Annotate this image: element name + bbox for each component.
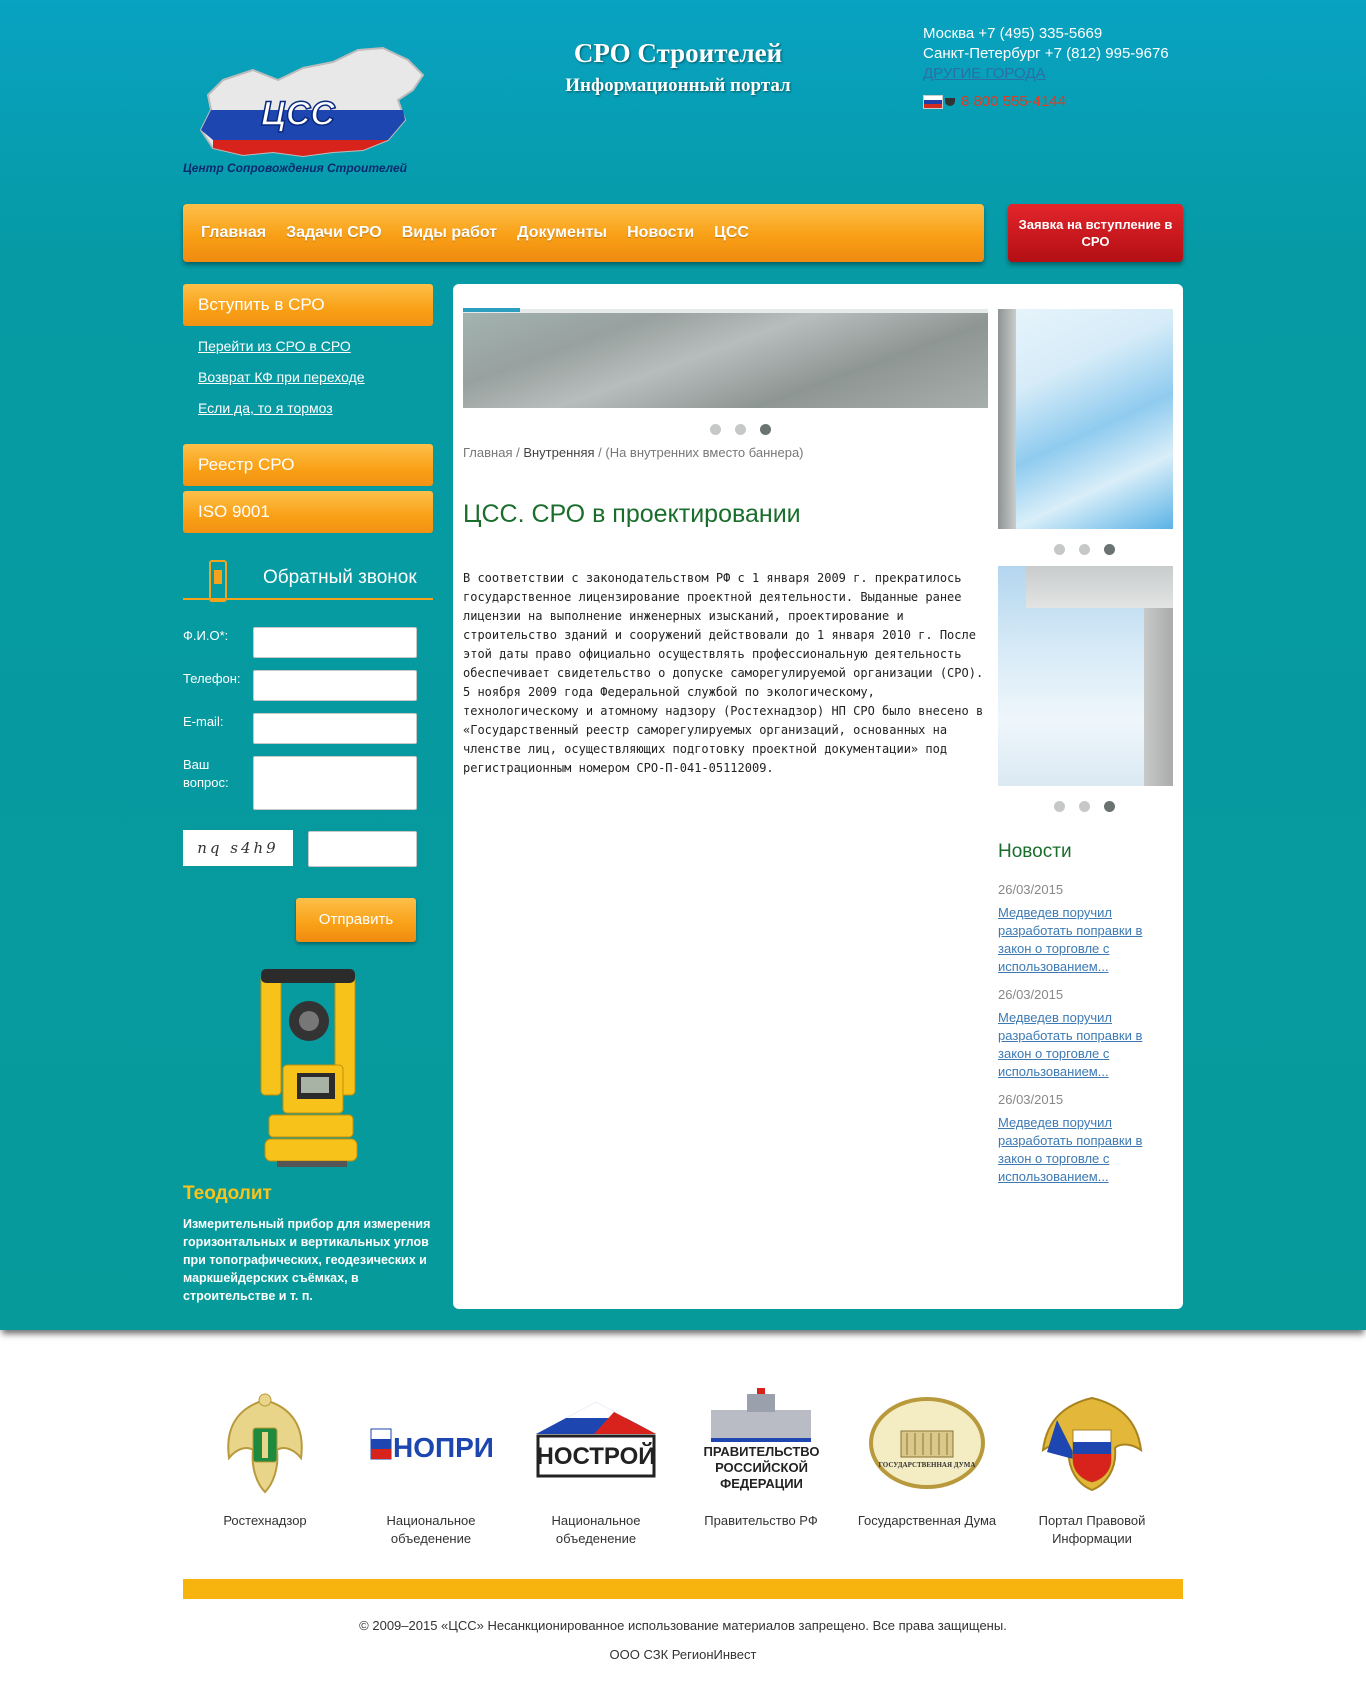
rostekhnadzor-emblem-icon (227, 1393, 303, 1493)
partner-duma[interactable]: ГОСУДАРСТВЕННАЯ ДУМА Государственная Дум… (852, 1385, 1002, 1530)
callback-title: Обратный звонок (263, 567, 417, 588)
nav-work-types[interactable]: Виды работ (392, 224, 507, 242)
banner-progress (463, 308, 520, 312)
svg-text:НОСТРОЙ: НОСТРОЙ (536, 1442, 655, 1470)
side1-dot-1[interactable] (1054, 544, 1065, 555)
news-title: Новости (998, 841, 1072, 862)
side-banner-1-dots (1054, 544, 1115, 555)
partner-caption: Портал Правовой Информации (1038, 1513, 1146, 1546)
phone-spb: Санкт-Петербург +7 (812) 995-9676 (923, 45, 1169, 62)
apply-button[interactable]: Заявка на вступление в СРО (1008, 204, 1183, 262)
product-description: Измерительный прибор для измерения гориз… (183, 1217, 431, 1303)
email-field[interactable] (253, 713, 417, 744)
company-name: ООО СЗК РегионИнвест (609, 1647, 757, 1662)
svg-text:НОПРИЗ: НОПРИЗ (393, 1432, 494, 1463)
news-link[interactable]: Медведев поручил разработать поправки в … (998, 1114, 1148, 1186)
partner-caption: Ростехнадзор (223, 1513, 307, 1528)
news-date: 26/03/2015 (998, 882, 1064, 897)
sublink-refund[interactable]: Возврат КФ при переходе (198, 367, 365, 398)
main-banner (463, 309, 988, 408)
captcha-field[interactable] (308, 831, 417, 867)
partner-caption: Государственная Дума (857, 1513, 997, 1528)
partner-caption: Национальное объеденение (551, 1513, 641, 1546)
fio-label: Ф.И.О*: (183, 628, 229, 643)
side1-dot-3[interactable] (1104, 544, 1115, 555)
side2-dot-3[interactable] (1104, 801, 1115, 812)
breadcrumb-home[interactable]: Главная (463, 445, 512, 460)
footer-divider (183, 1579, 1183, 1599)
hotline-number[interactable]: 8 800 555-4144 (961, 92, 1066, 112)
nav-home[interactable]: Главная (191, 224, 276, 242)
banner-dot-3[interactable] (760, 424, 771, 435)
send-button[interactable]: Отправить (296, 898, 416, 942)
question-label: Ваш вопрос: (183, 757, 229, 790)
side1-dot-2[interactable] (1079, 544, 1090, 555)
news-date: 26/03/2015 (998, 1092, 1064, 1107)
side-banner-2-dots (1054, 801, 1115, 812)
product-title: Теодолит (183, 1183, 272, 1204)
nostroy-logo-icon: НОСТРОЙ (535, 1401, 656, 1477)
partner-nostroy[interactable]: НОСТРОЙ Национальное объеденение (521, 1385, 671, 1548)
partner-caption: Правительство РФ (704, 1513, 818, 1528)
sublink-transfer[interactable]: Перейти из СРО в СРО (198, 336, 365, 367)
side2-dot-1[interactable] (1054, 801, 1065, 812)
nav-sro-tasks[interactable]: Задачи СРО (276, 224, 392, 242)
news-link[interactable]: Медведев поручил разработать поправки в … (998, 1009, 1148, 1081)
partner-nopriz[interactable]: НОПРИЗ Национальное объеденение (356, 1385, 506, 1548)
partner-rostekhnadzor[interactable]: Ростехнадзор (190, 1385, 340, 1530)
phone-field[interactable] (253, 670, 417, 701)
copyright: © 2009–2015 «ЦСС» Несанкционированное ис… (359, 1618, 1007, 1633)
banner-dot-2[interactable] (735, 424, 746, 435)
page-title: ЦСС. СРО в проектировании (463, 500, 801, 528)
breadcrumb: Главная / Внутренняя / (На внутренних вм… (463, 445, 804, 460)
site-title: СРО Строителей (573, 38, 783, 68)
main-nav: Главная Задачи СРО Виды работ Документы … (183, 204, 984, 262)
email-label: E-mail: (183, 714, 224, 729)
banner-dots (710, 424, 771, 435)
news-date: 26/03/2015 (998, 987, 1064, 1002)
css-logo[interactable]: ЦСС (183, 40, 438, 180)
government-logo-icon: ПРАВИТЕЛЬСТВО РОССИЙСКОЙ ФЕДЕРАЦИИ (703, 1387, 819, 1491)
sidebar-registry[interactable]: Реестр СРО (183, 444, 433, 486)
theodolite-image (260, 969, 358, 1167)
nav-css[interactable]: ЦСС (704, 224, 759, 242)
duma-logo-icon: ГОСУДАРСТВЕННАЯ ДУМА (869, 1396, 985, 1489)
captcha-image: nq s4h9 (183, 830, 293, 866)
mobile-phone-icon (209, 560, 227, 602)
article-body: В соответствии с законодательством РФ с … (463, 571, 984, 775)
side-banner-1 (998, 309, 1173, 529)
nav-news[interactable]: Новости (617, 224, 704, 242)
partner-legal-portal[interactable]: Портал Правовой Информации (1017, 1385, 1167, 1548)
fio-field[interactable] (253, 627, 417, 658)
banner-dot-1[interactable] (710, 424, 721, 435)
site-subtitle: Информационный портал (565, 75, 791, 96)
svg-text:ЦСС: ЦСС (261, 95, 335, 133)
nav-documents[interactable]: Документы (507, 224, 617, 242)
question-textarea[interactable] (253, 756, 417, 810)
site-title-block: СРО Строителей Информационный портал (520, 38, 836, 97)
side-banner-2 (998, 566, 1173, 786)
breadcrumb-current: (На внутренних вместо баннера) (605, 445, 804, 460)
nopriz-logo-icon: НОПРИЗ (370, 1428, 494, 1463)
sidebar-iso[interactable]: ISO 9001 (183, 491, 433, 533)
phone-label: Телефон: (183, 671, 241, 686)
sublink-misc[interactable]: Если да, то я тормоз (198, 398, 365, 429)
russia-flag-icon (923, 95, 943, 109)
logo-tagline: Центр Сопровождения Строителей (183, 161, 407, 175)
phone-icon (945, 98, 955, 106)
legal-portal-emblem-icon (1041, 1396, 1143, 1492)
breadcrumb-inner[interactable]: Внутренняя (523, 445, 594, 460)
hotline: 8 800 555-4144 (923, 92, 1169, 112)
news-link[interactable]: Медведев поручил разработать поправки в … (998, 904, 1148, 976)
sidebar-join-sro[interactable]: Вступить в СРО (183, 284, 433, 326)
partner-government[interactable]: ПРАВИТЕЛЬСТВО РОССИЙСКОЙ ФЕДЕРАЦИИ Прави… (686, 1385, 836, 1530)
contacts: Москва +7 (495) 335-5669 Санкт-Петербург… (923, 24, 1169, 112)
partner-caption: Национальное объеденение (386, 1513, 476, 1546)
sidebar-sublinks: Перейти из СРО в СРО Возврат КФ при пере… (198, 336, 365, 429)
side2-dot-2[interactable] (1079, 801, 1090, 812)
other-cities-link[interactable]: ДРУГИЕ ГОРОДА (923, 64, 1169, 84)
callback-header: Обратный звонок (183, 558, 433, 602)
phone-moscow: Москва +7 (495) 335-5669 (923, 25, 1103, 42)
